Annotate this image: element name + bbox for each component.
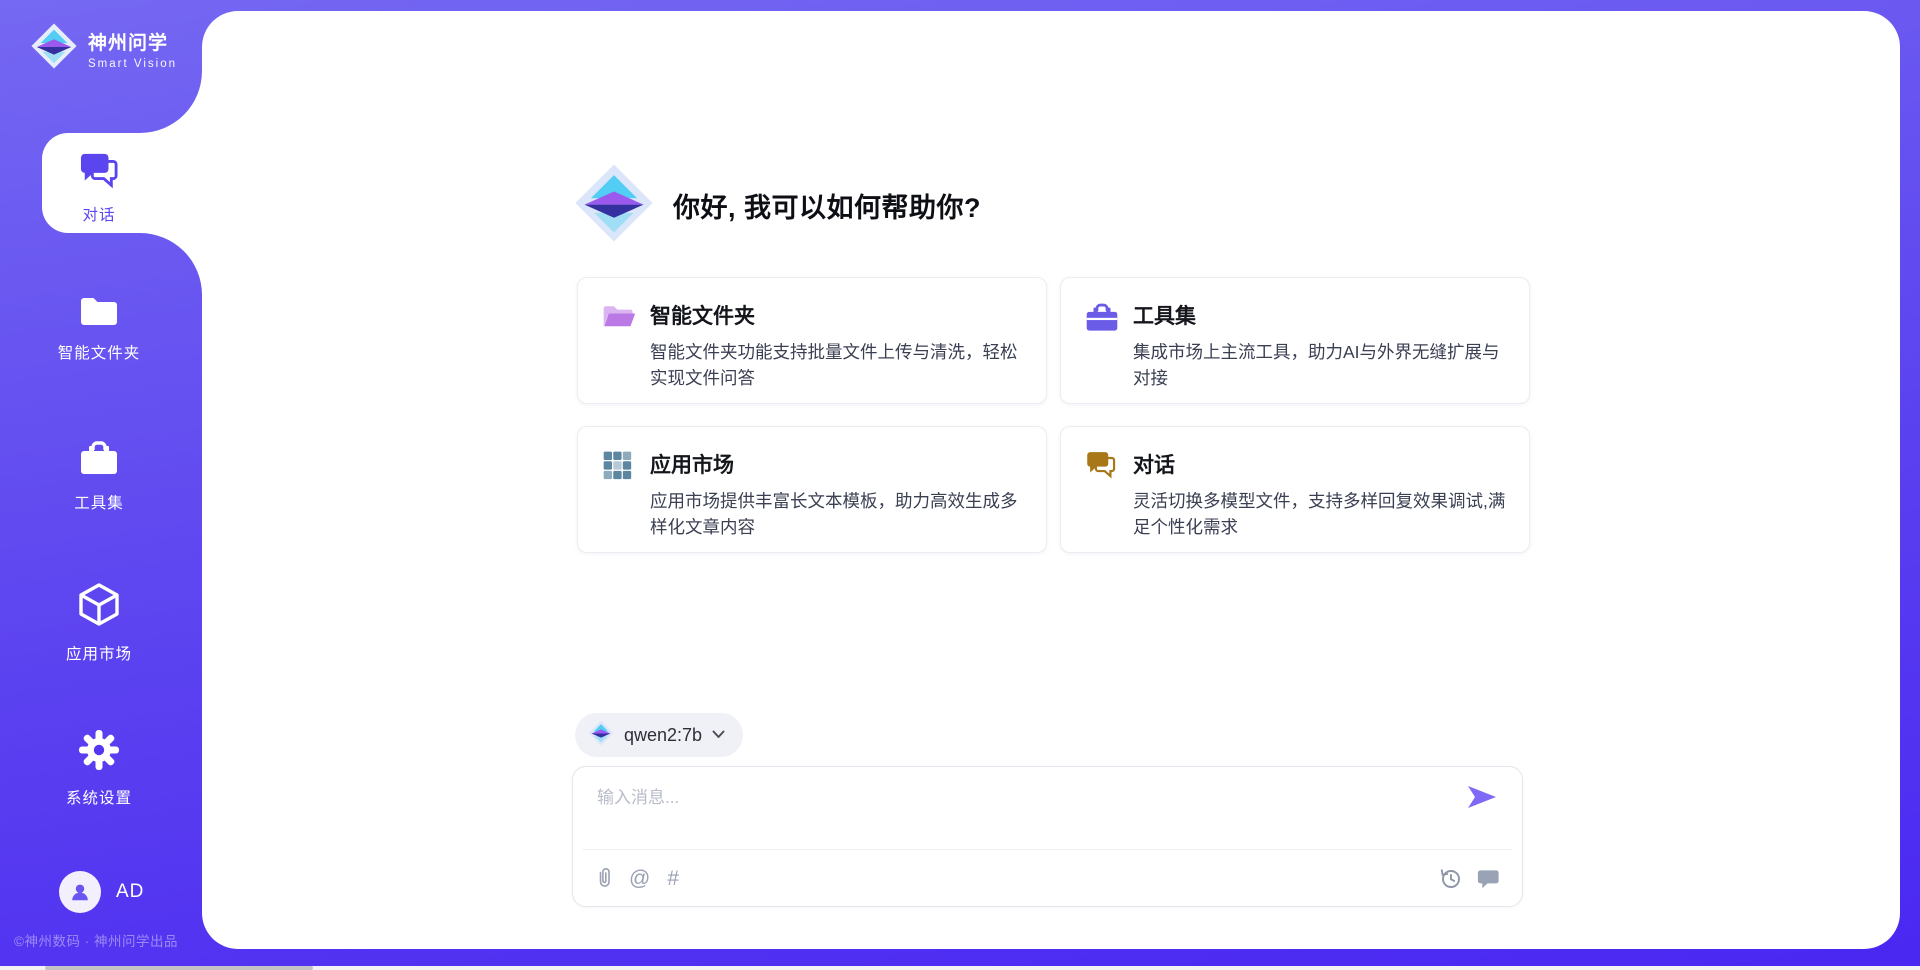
feedback-bubble-button[interactable] — [1477, 868, 1500, 889]
main-panel: 你好, 我可以如何帮助你? 智能文件夹 智能文件夹功能支持批量文件上传与清洗，轻… — [202, 11, 1900, 949]
brand-diamond-icon — [30, 22, 78, 75]
greeting-text: 你好, 我可以如何帮助你? — [673, 186, 981, 225]
copyright-footer: ©神州数码 · 神州问学出品 — [14, 930, 178, 950]
mention-button[interactable]: @ — [629, 868, 650, 889]
card-title: 对话 — [1133, 449, 1509, 479]
model-selector[interactable]: qwen2:7b — [575, 713, 743, 757]
grid-icon — [602, 450, 636, 485]
card-toolset[interactable]: 工具集 集成市场上主流工具，助力AI与外界无缝扩展与对接 — [1060, 277, 1530, 404]
folder-icon — [602, 301, 636, 336]
card-text: 对话 灵活切换多模型文件，支持多样回复效果调试,满足个性化需求 — [1133, 449, 1509, 540]
feature-cards: 智能文件夹 智能文件夹功能支持批量文件上传与清洗，轻松实现文件问答 工具集 — [577, 277, 1530, 553]
sidebar-item-label: 对话 — [82, 203, 115, 225]
sidebar-item-label: 工具集 — [74, 491, 124, 513]
send-icon — [1467, 785, 1497, 809]
chat-bubble-icon — [1477, 868, 1500, 889]
card-description: 灵活切换多模型文件，支持多样回复效果调试,满足个性化需求 — [1133, 488, 1509, 540]
card-description: 集成市场上主流工具，助力AI与外界无缝扩展与对接 — [1133, 339, 1509, 391]
sidebar-item-label: 系统设置 — [66, 786, 132, 808]
brand-subtitle: Smart Vision — [88, 58, 177, 70]
hash-button[interactable]: # — [667, 868, 679, 889]
gear-icon — [77, 728, 121, 777]
card-description: 应用市场提供丰富长文本模板，助力高效生成多样化文章内容 — [650, 488, 1026, 540]
chat-icon — [1085, 450, 1119, 484]
card-app-market[interactable]: 应用市场 应用市场提供丰富长文本模板，助力高效生成多样化文章内容 — [577, 426, 1047, 553]
brand-diamond-icon — [588, 720, 614, 751]
sidebar-item-app-market[interactable]: 应用市场 — [0, 582, 198, 664]
card-title: 应用市场 — [650, 449, 1026, 479]
message-input[interactable] — [597, 783, 1437, 841]
user-initials: AD — [116, 881, 144, 903]
chevron-down-icon — [712, 726, 725, 744]
sidebar-item-smart-folders[interactable]: 智能文件夹 — [0, 293, 198, 363]
sidebar-item-label: 智能文件夹 — [58, 341, 141, 363]
user-profile[interactable]: AD — [59, 871, 144, 913]
app-root: 你好, 我可以如何帮助你? 智能文件夹 智能文件夹功能支持批量文件上传与清洗，轻… — [0, 0, 1920, 970]
toolbox-icon — [1085, 301, 1119, 338]
card-description: 智能文件夹功能支持批量文件上传与清洗，轻松实现文件问答 — [650, 339, 1026, 391]
sidebar-item-chat[interactable]: 对话 — [0, 151, 198, 225]
history-icon — [1439, 867, 1462, 890]
app-logo: 神州问学 Smart Vision — [30, 22, 177, 75]
composer-toolbar: @ # — [595, 850, 1500, 906]
sidebar-item-label: 应用市场 — [66, 642, 132, 664]
sidebar-item-system-settings[interactable]: 系统设置 — [0, 728, 198, 808]
cube-icon — [77, 582, 121, 633]
card-text: 智能文件夹 智能文件夹功能支持批量文件上传与清洗，轻松实现文件问答 — [650, 300, 1026, 391]
greeting-row: 你好, 我可以如何帮助你? — [573, 162, 981, 249]
folder-icon — [79, 293, 119, 332]
card-text: 应用市场 应用市场提供丰富长文本模板，助力高效生成多样化文章内容 — [650, 449, 1026, 540]
card-title: 工具集 — [1133, 300, 1509, 330]
toolbox-icon — [79, 439, 119, 482]
horizontal-scrollbar-thumb[interactable] — [45, 966, 313, 970]
brand-name: 神州问学 — [88, 28, 177, 55]
send-button[interactable] — [1466, 785, 1498, 811]
card-title: 智能文件夹 — [650, 300, 1026, 330]
message-composer: @ # — [572, 766, 1523, 907]
horizontal-scrollbar-track[interactable] — [0, 966, 1920, 970]
chat-icon — [78, 151, 120, 194]
card-smart-folders[interactable]: 智能文件夹 智能文件夹功能支持批量文件上传与清洗，轻松实现文件问答 — [577, 277, 1047, 404]
person-icon — [69, 881, 91, 903]
paperclip-icon — [595, 866, 612, 890]
sidebar-item-toolset[interactable]: 工具集 — [0, 439, 198, 513]
composer-toolbar-right — [1439, 867, 1500, 890]
attachment-button[interactable] — [595, 866, 612, 890]
model-name: qwen2:7b — [624, 725, 702, 746]
tab-fillet-bottom — [140, 233, 202, 295]
card-chat[interactable]: 对话 灵活切换多模型文件，支持多样回复效果调试,满足个性化需求 — [1060, 426, 1530, 553]
history-button[interactable] — [1439, 867, 1462, 890]
tab-fillet-top — [140, 71, 202, 133]
avatar — [59, 871, 101, 913]
brand-diamond-icon — [573, 162, 655, 249]
card-text: 工具集 集成市场上主流工具，助力AI与外界无缝扩展与对接 — [1133, 300, 1509, 391]
brand-text: 神州问学 Smart Vision — [88, 28, 177, 70]
